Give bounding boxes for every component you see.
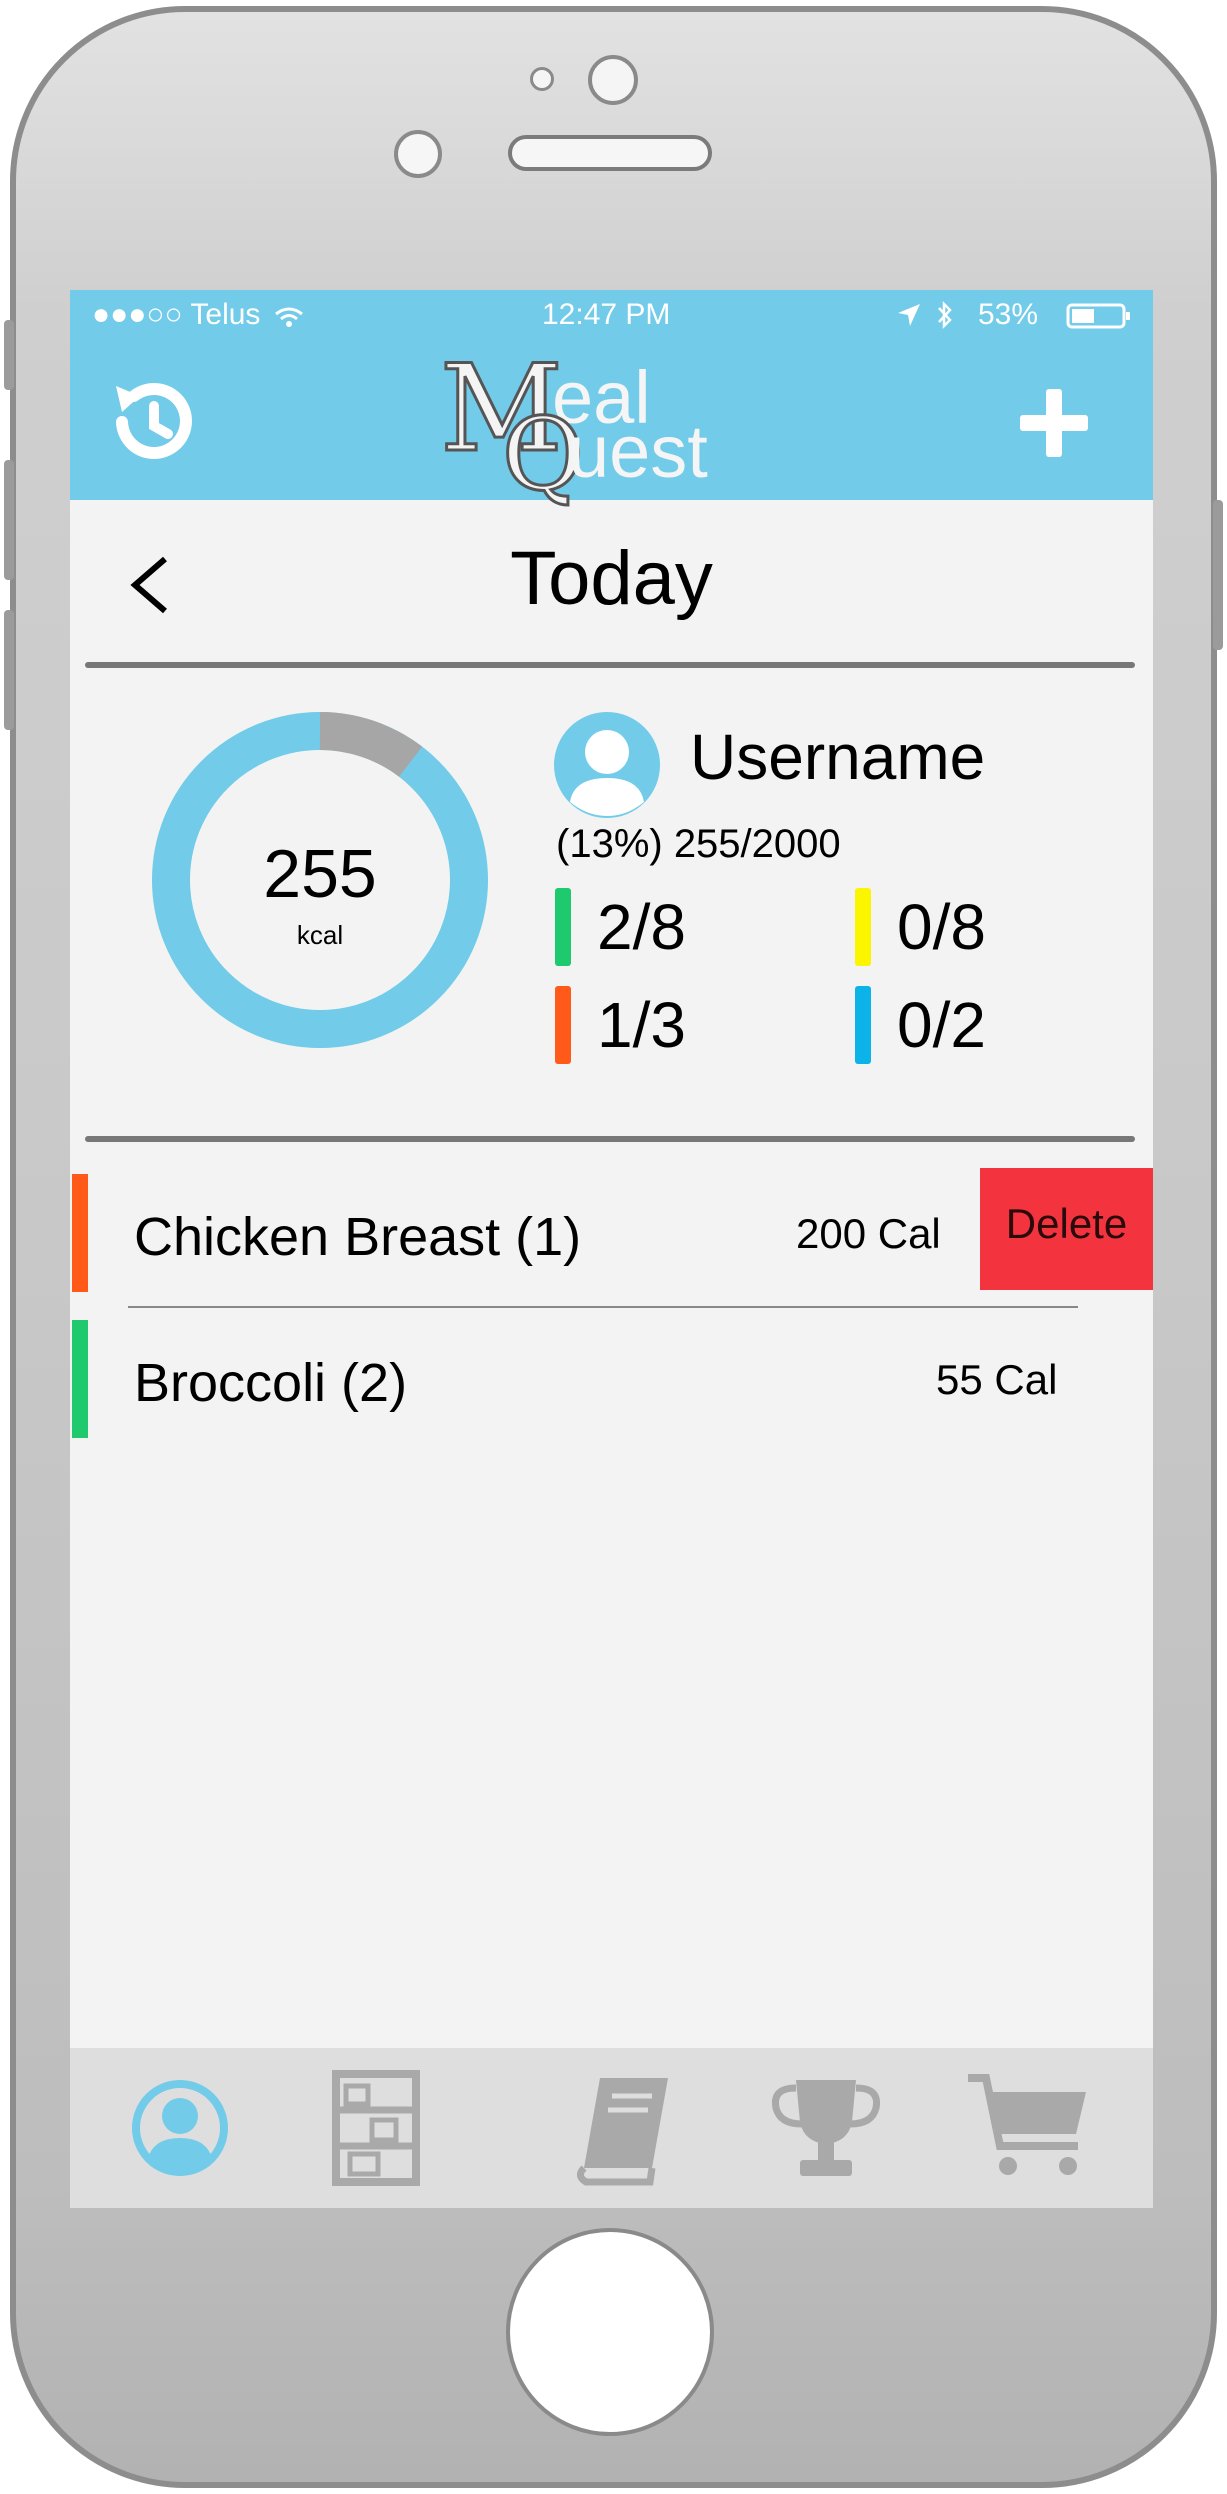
food-group-color-bar [855,986,871,1064]
avatar-icon [554,712,660,818]
pantry-shelf-icon[interactable] [306,2058,446,2198]
logo-bottom-text: uest [568,410,708,493]
food-group-stripe [72,1320,88,1438]
light-sensor [394,130,442,178]
bluetooth-icon [938,300,952,330]
recipe-book-icon[interactable] [552,2058,692,2198]
calorie-progress-text: (13%) 255/2000 [556,822,841,866]
food-group-count: 0/2 [897,989,986,1061]
section-divider [85,1136,1135,1142]
mute-switch [4,320,14,390]
profile-tab-icon[interactable] [110,2058,250,2198]
trophy-icon[interactable] [756,2058,896,2198]
food-group-count: 0/8 [897,891,986,963]
food-group-stripe [72,1174,88,1292]
food-group-count: 2/8 [597,891,686,963]
volume-up-button [4,460,14,580]
wifi-icon [275,307,303,327]
proximity-sensor [530,67,554,91]
front-camera [588,55,638,105]
calorie-value: 255 [263,836,377,912]
food-group-color-bar [555,986,571,1064]
page-title: Today [510,536,713,621]
food-group-color-bar [555,888,571,966]
app-logo: M eal Q uest [439,348,800,506]
bottom-tab-bar [70,2048,1153,2208]
app-header: M eal Q uest [70,340,1153,506]
home-button[interactable] [506,2228,714,2436]
list-item[interactable]: Chicken Breast (1) 200 Cal Delete [70,1168,1153,1292]
food-name: Broccoli (2) [134,1353,408,1413]
calorie-unit: kcal [296,920,344,950]
username-label: Username [690,721,986,793]
delete-button[interactable]: Delete [980,1168,1153,1290]
food-calories: 55 Cal [936,1356,1058,1403]
volume-down-button [4,610,14,730]
shopping-cart-icon[interactable] [960,2058,1100,2198]
food-group-count: 1/3 [597,989,686,1061]
list-item[interactable]: Broccoli (2) 55 Cal [70,1314,1153,1438]
food-group-color-bar [855,888,871,966]
location-arrow-icon [898,304,920,326]
carrier-label: ●●●○○ Telus [92,298,261,331]
power-button [1213,500,1223,650]
battery-icon [1066,303,1130,329]
history-icon[interactable] [100,372,200,472]
clock-label: 12:47 PM [542,298,671,331]
battery-percent: 53% [978,298,1039,331]
list-divider [128,1306,1078,1308]
plus-icon[interactable] [1016,385,1092,461]
date-navigation: Today [70,500,1153,660]
status-bar: ●●●○○ Telus 12:47 PM 53% [70,290,1153,340]
food-calories: 200 Cal [796,1210,941,1257]
earpiece-speaker [508,135,712,171]
food-name: Chicken Breast (1) [134,1207,582,1267]
app-screen: ●●●○○ Telus 12:47 PM 53% M eal Q uest To… [70,290,1153,2208]
section-divider [85,662,1135,668]
